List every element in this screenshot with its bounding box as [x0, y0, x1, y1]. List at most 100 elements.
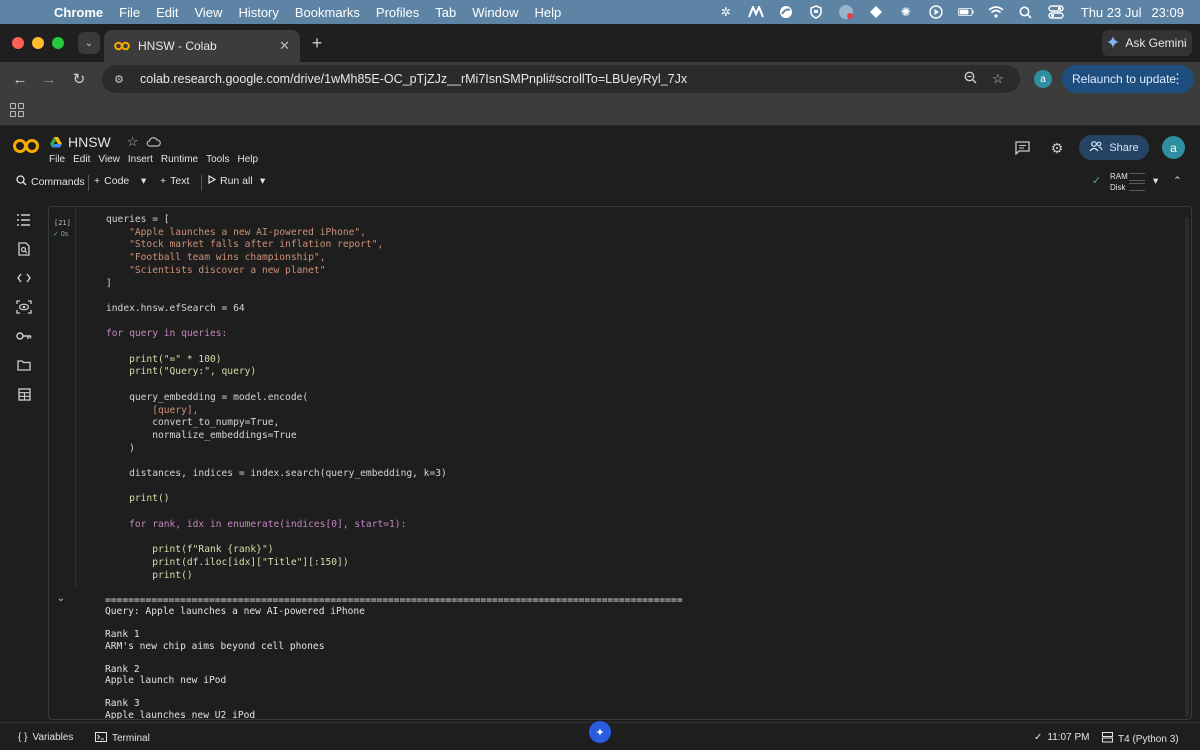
- close-tab-icon[interactable]: ✕: [279, 38, 290, 54]
- variables-button[interactable]: { } Variables: [18, 732, 73, 743]
- search-icon: [16, 175, 27, 189]
- run-all-button[interactable]: Run all: [208, 174, 253, 187]
- star-icon[interactable]: ☆: [127, 134, 139, 150]
- colab-logo-icon[interactable]: [12, 138, 40, 154]
- runtime-label: T4 (Python 3): [1118, 733, 1179, 745]
- site-info-icon[interactable]: ⚙: [114, 73, 128, 86]
- share-button[interactable]: Share: [1079, 135, 1149, 160]
- colab-menu-file[interactable]: File: [49, 154, 65, 165]
- menu-edit[interactable]: Edit: [156, 5, 178, 20]
- cloud-saved-icon[interactable]: [146, 135, 162, 150]
- app-name[interactable]: Chrome: [54, 5, 103, 20]
- code-cell[interactable]: [21] ✓ 0s queries = [ "Apple launches a n…: [48, 206, 1192, 720]
- diamond-arrows-icon[interactable]: [868, 5, 884, 19]
- data-table-icon[interactable]: [14, 384, 34, 404]
- colab-menu-runtime[interactable]: Runtime: [161, 154, 198, 165]
- tab-colab[interactable]: HNSW - Colab ✕: [104, 30, 300, 62]
- reload-button[interactable]: ↻: [67, 67, 91, 91]
- menubar-clock[interactable]: Thu 23 Jul 23:09: [1081, 5, 1184, 20]
- address-bar[interactable]: ⚙ colab.research.google.com/drive/1wMh85…: [102, 65, 1020, 93]
- control-center-icon[interactable]: [1048, 5, 1064, 19]
- add-code-dropdown[interactable]: ▾: [141, 175, 146, 187]
- zoom-window-button[interactable]: [52, 37, 64, 49]
- colab-menu-view[interactable]: View: [98, 154, 120, 165]
- code-line: "Scientists discover a new planet": [106, 264, 326, 276]
- resource-indicator[interactable]: RAM Disk: [1110, 171, 1128, 193]
- find-icon[interactable]: [14, 239, 34, 259]
- cell-scrollbar[interactable]: [1185, 217, 1189, 717]
- secrets-key-icon[interactable]: [14, 326, 34, 346]
- colab-menu-help[interactable]: Help: [237, 154, 258, 165]
- spotlight-search-icon[interactable]: [1018, 5, 1034, 19]
- resource-dropdown[interactable]: ▾: [1153, 175, 1158, 187]
- comments-icon[interactable]: [1013, 139, 1031, 157]
- new-tab-button[interactable]: +: [308, 33, 326, 54]
- wifi-icon[interactable]: [988, 5, 1004, 19]
- minimize-window-button[interactable]: [32, 37, 44, 49]
- run-all-dropdown[interactable]: ▾: [260, 175, 265, 187]
- play-circle-icon[interactable]: [928, 5, 944, 19]
- menu-profiles[interactable]: Profiles: [376, 5, 419, 20]
- notebook-title[interactable]: HNSW: [68, 134, 111, 150]
- add-code-button[interactable]: + Code: [94, 175, 129, 187]
- vpn-globe-icon[interactable]: [838, 5, 854, 19]
- zoom-icon[interactable]: [960, 71, 980, 87]
- back-button[interactable]: ←: [8, 67, 32, 91]
- browser-profile-avatar[interactable]: a: [1034, 70, 1052, 88]
- ask-gemini-label: Ask Gemini: [1125, 36, 1187, 50]
- run-all-label: Run all: [220, 175, 253, 187]
- code-editor[interactable]: queries = [ "Apple launches a new AI-pow…: [75, 207, 1173, 588]
- menu-bookmarks[interactable]: Bookmarks: [295, 5, 360, 20]
- app-m-icon[interactable]: [747, 5, 764, 19]
- collapse-toolbar-button[interactable]: ⌃: [1173, 175, 1182, 187]
- shield-icon[interactable]: [808, 5, 824, 19]
- output-collapse-button[interactable]: ⌄: [55, 593, 67, 604]
- menu-view[interactable]: View: [194, 5, 222, 20]
- colab-menu-insert[interactable]: Insert: [128, 154, 153, 165]
- divider: [88, 175, 89, 191]
- macos-menubar: Chrome File Edit View History Bookmarks …: [0, 0, 1200, 24]
- colab-menubar: File Edit View Insert Runtime Tools Help: [49, 154, 266, 165]
- code-snippets-icon[interactable]: [14, 268, 34, 288]
- terminal-icon: [95, 732, 107, 745]
- table-of-contents-icon[interactable]: [14, 210, 34, 230]
- code-line: ]: [106, 277, 112, 289]
- menu-window[interactable]: Window: [472, 5, 518, 20]
- terminal-button[interactable]: Terminal: [95, 732, 150, 745]
- disk-label: Disk: [1110, 183, 1126, 192]
- network-icon[interactable]: ✲: [718, 5, 734, 19]
- runtime-type[interactable]: T4 (Python 3): [1102, 732, 1179, 746]
- settings-gear-icon[interactable]: ⚙: [1048, 139, 1066, 157]
- close-window-button[interactable]: [12, 37, 24, 49]
- menu-help[interactable]: Help: [535, 5, 562, 20]
- code-line: convert_to_numpy=True,: [106, 417, 280, 429]
- colab-menu-edit[interactable]: Edit: [73, 154, 90, 165]
- asterisk-icon[interactable]: ✺: [898, 5, 914, 19]
- apps-grid-icon[interactable]: [10, 103, 24, 117]
- add-text-button[interactable]: + Text: [160, 175, 189, 187]
- colab-menu-tools[interactable]: Tools: [206, 154, 229, 165]
- commands-button[interactable]: Commands: [16, 175, 85, 189]
- forward-button[interactable]: →: [37, 67, 61, 91]
- code-line: "Apple launches a new AI-powered iPhone"…: [106, 226, 366, 238]
- app-swirl-icon[interactable]: [778, 5, 794, 19]
- ask-gemini-button[interactable]: Ask Gemini: [1102, 30, 1192, 56]
- execution-time: 0s: [60, 231, 69, 238]
- variables-inspector-icon[interactable]: [14, 297, 34, 317]
- more-vert-icon[interactable]: ⋮: [1171, 71, 1184, 87]
- tab-search-button[interactable]: ⌄: [78, 32, 100, 54]
- files-folder-icon[interactable]: [14, 355, 34, 375]
- relaunch-update-button[interactable]: Relaunch to update ⋮: [1062, 65, 1194, 93]
- bookmark-star-icon[interactable]: ☆: [988, 71, 1008, 87]
- menu-history[interactable]: History: [238, 5, 278, 20]
- battery-icon[interactable]: [957, 5, 974, 19]
- last-run-status[interactable]: ✓ 11:07 PM: [1034, 732, 1089, 743]
- caret-down-icon: ▾: [1153, 175, 1159, 187]
- menu-tab[interactable]: Tab: [435, 5, 456, 20]
- gemini-sparkle-icon: [1107, 35, 1120, 51]
- menu-file[interactable]: File: [119, 5, 140, 20]
- gemini-fab-button[interactable]: ✦: [589, 721, 611, 743]
- user-avatar[interactable]: a: [1162, 136, 1185, 159]
- url-text[interactable]: colab.research.google.com/drive/1wMh85E-…: [140, 72, 952, 86]
- connected-check-icon: ✓: [1092, 175, 1101, 187]
